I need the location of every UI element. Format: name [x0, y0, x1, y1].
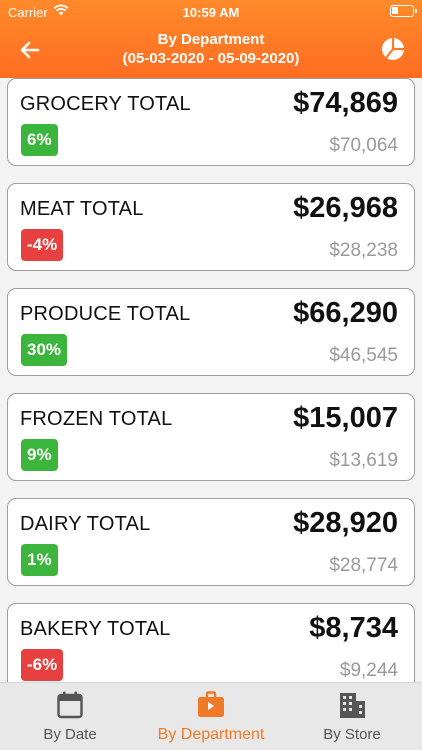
header-bar: Carrier 10:59 AM By Department (05-03-20… — [0, 0, 422, 78]
department-card-frozen[interactable]: FROZEN TOTAL $15,007 9% $13,619 — [7, 393, 415, 481]
tab-label: By Date — [43, 726, 97, 743]
change-badge: 1% — [21, 544, 58, 576]
change-badge: 9% — [21, 439, 58, 471]
department-card-produce[interactable]: PRODUCE TOTAL $66,290 30% $46,545 — [7, 288, 415, 376]
date-range: (05-03-2020 - 05-09-2020) — [122, 50, 300, 67]
previous-total: $28,238 — [329, 240, 398, 261]
calendar-icon — [57, 691, 83, 719]
department-label: PRODUCE TOTAL — [20, 303, 191, 325]
department-label: DAIRY TOTAL — [20, 513, 151, 535]
change-badge: 6% — [21, 124, 58, 156]
header-title-group: By Department (05-03-2020 - 05-09-2020) — [70, 31, 352, 68]
department-total: $8,734 — [309, 612, 398, 644]
department-label: MEAT TOTAL — [20, 198, 144, 220]
status-time: 10:59 AM — [182, 5, 240, 20]
tab-bar: By Date By Department By Store — [0, 682, 422, 750]
page-title: By Department — [157, 31, 265, 48]
change-badge: -4% — [21, 229, 64, 261]
department-card-meat[interactable]: MEAT TOTAL $26,968 -4% $28,238 — [7, 183, 415, 271]
status-bar: Carrier 10:59 AM — [0, 0, 422, 24]
tab-by-department[interactable]: By Department — [140, 683, 282, 750]
department-total: $66,290 — [293, 297, 398, 329]
change-badge: -6% — [21, 649, 64, 681]
department-card-bakery[interactable]: BAKERY TOTAL $8,734 -6% $9,244 — [7, 603, 415, 682]
change-badge: 30% — [21, 334, 68, 366]
previous-total: $9,244 — [339, 660, 398, 681]
department-total: $15,007 — [293, 402, 398, 434]
back-arrow-icon[interactable] — [16, 36, 44, 64]
department-card-grocery[interactable]: GROCERY TOTAL $74,869 6% $70,064 — [7, 78, 415, 166]
department-total: $74,869 — [293, 87, 398, 119]
previous-total: $13,619 — [329, 450, 398, 471]
building-icon — [340, 693, 365, 718]
tab-by-date[interactable]: By Date — [0, 683, 140, 750]
department-label: BAKERY TOTAL — [20, 618, 171, 640]
briefcase-icon — [198, 691, 224, 717]
previous-total: $28,774 — [329, 555, 398, 576]
tab-label: By Store — [323, 726, 381, 743]
battery-icon — [390, 5, 417, 17]
department-total: $28,920 — [293, 507, 398, 539]
previous-total: $46,545 — [329, 345, 398, 366]
tab-by-store[interactable]: By Store — [282, 683, 422, 750]
previous-total: $70,064 — [329, 135, 398, 156]
pie-chart-icon[interactable] — [380, 36, 406, 62]
department-list: GROCERY TOTAL $74,869 6% $70,064 MEAT TO… — [0, 78, 422, 682]
department-total: $26,968 — [293, 192, 398, 224]
tab-label: By Department — [157, 726, 265, 743]
department-label: GROCERY TOTAL — [20, 93, 191, 115]
department-card-dairy[interactable]: DAIRY TOTAL $28,920 1% $28,774 — [7, 498, 415, 586]
app-screen: Carrier 10:59 AM By Department (05-03-20… — [0, 0, 422, 750]
department-label: FROZEN TOTAL — [20, 408, 173, 430]
